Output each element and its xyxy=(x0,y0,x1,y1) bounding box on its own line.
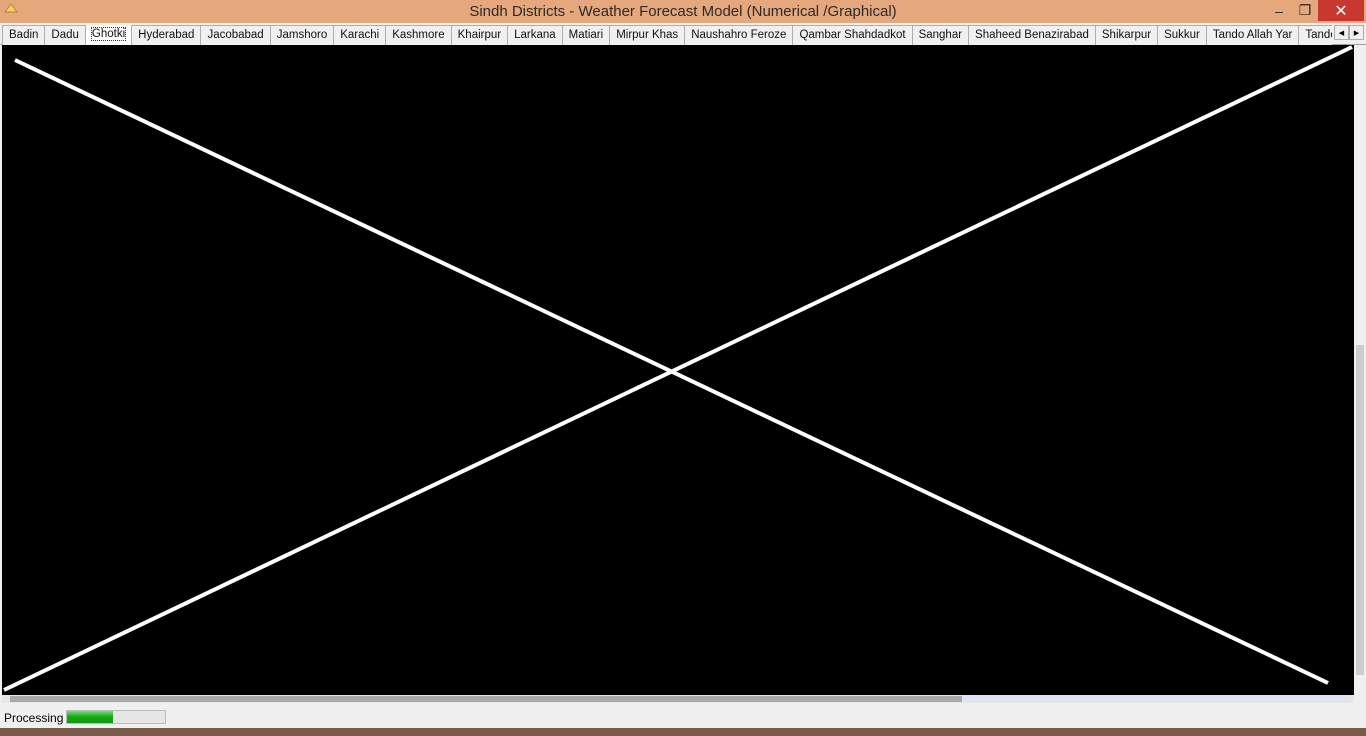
tab-label: Shikarpur xyxy=(1101,29,1152,41)
tab-larkana[interactable]: Larkana xyxy=(507,25,563,45)
tab-label: Khairpur xyxy=(457,29,502,41)
tab-label: Qambar Shahdadkot xyxy=(799,29,906,41)
tab-matiari[interactable]: Matiari xyxy=(561,25,611,45)
horizontal-scroll-track[interactable] xyxy=(964,696,1348,702)
horizontal-scroll-thumb[interactable] xyxy=(10,696,962,702)
tab-label: Sukkur xyxy=(1164,29,1200,41)
tab-khairpur[interactable]: Khairpur xyxy=(450,25,509,45)
tab-qambar-shahdadkot[interactable]: Qambar Shahdadkot xyxy=(792,25,913,45)
progress-fill xyxy=(67,711,114,723)
minimize-button[interactable]: – xyxy=(1266,0,1292,21)
tab-label: Tando Muhammad Khan xyxy=(1305,29,1332,41)
tab-shikarpur[interactable]: Shikarpur xyxy=(1094,25,1159,45)
tab-label: Larkana xyxy=(514,29,556,41)
tab-label: Jacobabad xyxy=(207,29,264,41)
district-tab-strip: Badin Dadu Ghotki Hyderabad Jacobabad Jamshor… xyxy=(0,23,1366,45)
status-bar: Processing xyxy=(0,706,1366,728)
close-button[interactable]: ✕ xyxy=(1318,0,1364,21)
tab-label: Kashmore xyxy=(392,29,445,41)
tab-ghotki[interactable]: Ghotki xyxy=(84,25,133,45)
tab-label: Ghotki xyxy=(90,27,127,41)
tab-label: Mirpur Khas xyxy=(616,29,679,41)
tab-jamshoro[interactable]: Jamshoro xyxy=(269,25,335,45)
tab-tando-muhammad-khan[interactable]: Tando Muhammad Khan xyxy=(1298,25,1332,45)
tab-sukkur[interactable]: Sukkur xyxy=(1157,25,1207,45)
taskbar xyxy=(0,728,1366,736)
status-label: Processing xyxy=(4,711,64,725)
progress-bar xyxy=(66,710,166,724)
tab-label: Badin xyxy=(9,29,39,41)
tab-shaheed-benazirabad[interactable]: Shaheed Benazirabad xyxy=(968,25,1096,45)
graph-panel xyxy=(2,45,1354,695)
horizontal-scrollbar[interactable] xyxy=(2,695,1354,703)
tab-naushahro-feroze[interactable]: Naushahro Feroze xyxy=(684,25,794,45)
tab-label: Hyderabad xyxy=(138,29,195,41)
error-cross-line-2 xyxy=(3,45,1353,692)
tab-label: Sanghar xyxy=(918,29,963,41)
tab-kashmore[interactable]: Kashmore xyxy=(385,25,452,45)
tab-label: Dadu xyxy=(51,29,79,41)
app-window: Sindh Districts - Weather Forecast Model… xyxy=(0,0,1366,736)
tab-sanghar[interactable]: Sanghar xyxy=(911,25,970,45)
tab-tando-allah-yar[interactable]: Tando Allah Yar xyxy=(1205,25,1300,45)
vertical-scroll-thumb[interactable] xyxy=(1356,345,1364,675)
tab-dadu[interactable]: Dadu xyxy=(44,25,86,45)
tab-hyderabad[interactable]: Hyderabad xyxy=(131,25,202,45)
tab-label: Karachi xyxy=(340,29,380,41)
tab-scroll-left-button[interactable]: ◀ xyxy=(1334,25,1349,40)
tab-label: Matiari xyxy=(568,29,604,41)
window-title: Sindh Districts - Weather Forecast Model… xyxy=(469,3,897,20)
district-tabs: Badin Dadu Ghotki Hyderabad Jacobabad Jamshor… xyxy=(2,25,1332,45)
tab-label: Jamshoro xyxy=(276,29,328,41)
tab-label: Shaheed Benazirabad xyxy=(975,29,1089,41)
tab-mirpur-khas[interactable]: Mirpur Khas xyxy=(609,25,686,45)
restore-button[interactable]: ❐ xyxy=(1292,0,1318,21)
tab-scroll-right-button[interactable]: ▶ xyxy=(1349,25,1364,40)
title-bar[interactable]: Sindh Districts - Weather Forecast Model… xyxy=(0,0,1366,23)
tab-karachi[interactable]: Karachi xyxy=(333,25,387,45)
tab-label: Tando Allah Yar xyxy=(1212,29,1293,41)
vertical-scrollbar[interactable] xyxy=(1354,45,1366,695)
tab-label: Naushahro Feroze xyxy=(691,29,787,41)
error-cross xyxy=(3,45,1353,692)
tab-jacobabad[interactable]: Jacobabad xyxy=(200,25,271,45)
tab-badin[interactable]: Badin xyxy=(2,25,46,45)
